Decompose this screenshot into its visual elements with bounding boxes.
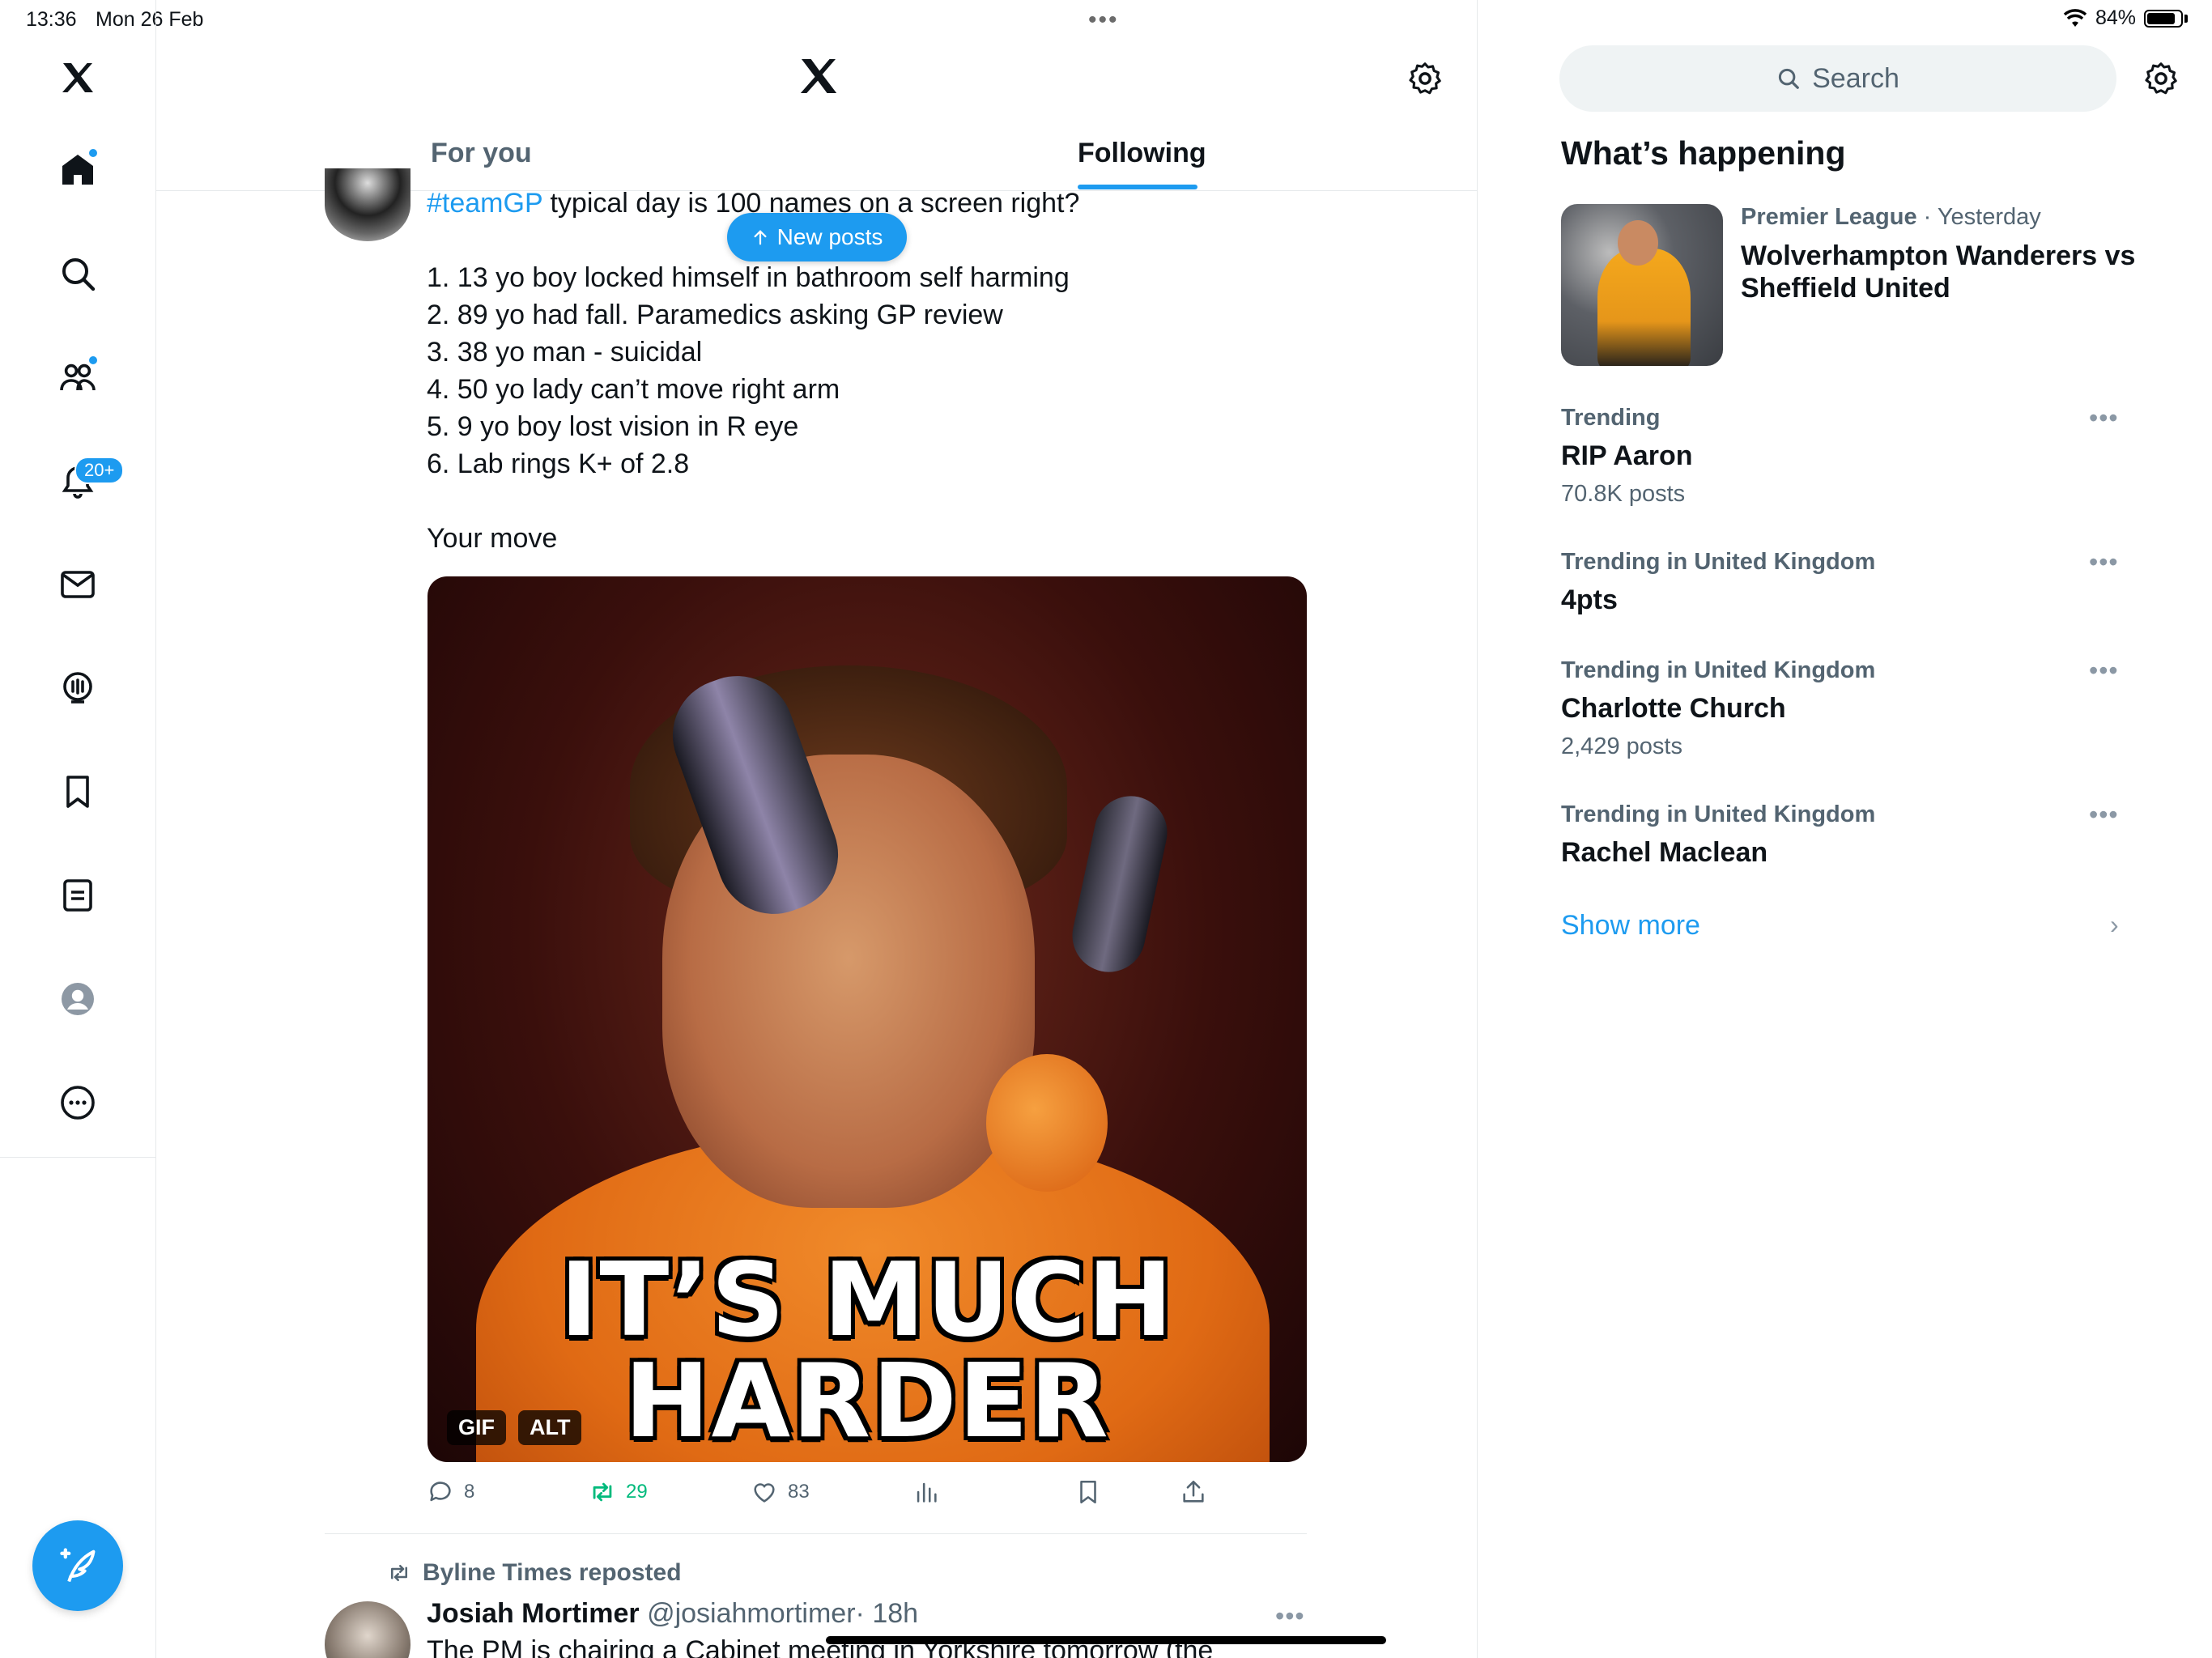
tweet-author[interactable]: Josiah Mortimer @josiahmortimer· 18h bbox=[427, 1598, 918, 1630]
communities-unread-dot bbox=[87, 355, 99, 366]
trend-name[interactable]: 4pts bbox=[1561, 585, 1618, 616]
tweet-list-item: 4. 50 yo lady can’t move right arm bbox=[427, 374, 840, 405]
section-title: What’s happening bbox=[1561, 134, 1846, 172]
tweet-list-item: 1. 13 yo boy locked himself in bathroom … bbox=[427, 262, 1070, 293]
trend-count: 70.8K posts bbox=[1561, 481, 1686, 507]
bookmark-icon bbox=[1080, 1480, 1096, 1504]
tweet-time: · 18h bbox=[855, 1598, 919, 1629]
new-posts-button[interactable]: New posts bbox=[727, 213, 907, 261]
hashtag-link[interactable]: #teamGP bbox=[427, 188, 542, 219]
views-icon bbox=[917, 1482, 937, 1503]
profile-icon[interactable] bbox=[45, 967, 110, 1031]
tweet-list-item: 3. 38 yo man - suicidal bbox=[427, 337, 703, 368]
author-name[interactable]: Josiah Mortimer bbox=[427, 1598, 640, 1629]
trend-more-icon[interactable]: ••• bbox=[2089, 800, 2119, 830]
news-meta: Premier League · Yesterday bbox=[1741, 204, 2041, 231]
bookmarks-icon[interactable] bbox=[45, 759, 110, 824]
tweet-closing: Your move bbox=[427, 523, 558, 554]
reply-count: 8 bbox=[464, 1481, 475, 1503]
active-tab-indicator bbox=[1078, 185, 1197, 189]
like-button[interactable]: 83 bbox=[751, 1478, 810, 1506]
repost-by-label[interactable]: Byline Times reposted bbox=[423, 1559, 682, 1587]
news-player-head bbox=[1618, 220, 1658, 266]
spaces-icon[interactable] bbox=[45, 656, 110, 721]
tweet-list-item: 5. 9 yo boy lost vision in R eye bbox=[427, 411, 799, 442]
avatar[interactable] bbox=[325, 168, 410, 241]
bookmark-button[interactable] bbox=[1074, 1478, 1102, 1506]
trend-name[interactable]: Charlotte Church bbox=[1561, 693, 1786, 725]
repost-icon bbox=[391, 1565, 407, 1581]
trend-name[interactable]: RIP Aaron bbox=[1561, 440, 1692, 472]
arrow-up-icon bbox=[754, 230, 767, 245]
gif-headphone-right bbox=[1066, 789, 1174, 979]
tweet-gif[interactable]: IT’S MUCH HARDER GIF ALT bbox=[428, 576, 1307, 1462]
compose-icon bbox=[60, 1548, 96, 1583]
x-logo-icon[interactable] bbox=[45, 45, 110, 110]
repost-icon bbox=[593, 1482, 612, 1502]
trend-category: Trending in United Kingdom bbox=[1561, 549, 1876, 575]
communities-icon[interactable] bbox=[45, 345, 110, 410]
gif-microphone bbox=[986, 1054, 1108, 1192]
search-placeholder: Search bbox=[1812, 62, 1899, 94]
avatar[interactable] bbox=[325, 1601, 410, 1658]
more-icon[interactable] bbox=[45, 1070, 110, 1135]
tweet-more-icon[interactable]: ••• bbox=[1275, 1601, 1305, 1631]
trend-category: Trending in United Kingdom bbox=[1561, 801, 1876, 827]
trend-more-icon[interactable]: ••• bbox=[2089, 656, 2119, 686]
tweet-list-item: 2. 89 yo had fall. Paramedics asking GP … bbox=[427, 300, 1003, 330]
share-button[interactable] bbox=[1180, 1478, 1207, 1506]
news-title[interactable]: Wolverhampton Wanderers vs Sheffield Uni… bbox=[1741, 240, 2162, 304]
trend-more-icon[interactable]: ••• bbox=[2089, 547, 2119, 577]
reply-icon bbox=[430, 1482, 451, 1502]
tab-for-you[interactable]: For you bbox=[431, 138, 532, 169]
news-category: Premier League bbox=[1741, 204, 1917, 230]
search-input[interactable]: Search bbox=[1559, 45, 2116, 112]
tweet-actions: 8 29 83 bbox=[427, 1478, 1317, 1514]
tab-following[interactable]: Following bbox=[1078, 138, 1206, 169]
x-logo-icon[interactable] bbox=[796, 53, 841, 103]
news-time: · Yesterday bbox=[1916, 204, 2041, 230]
repost-button[interactable]: 29 bbox=[589, 1478, 648, 1506]
chevron-right-icon[interactable]: › bbox=[2110, 910, 2119, 940]
notifications-badge: 20+ bbox=[74, 457, 125, 484]
alt-button[interactable]: ALT bbox=[518, 1410, 582, 1445]
trend-more-icon[interactable]: ••• bbox=[2089, 403, 2119, 433]
tweet-divider bbox=[325, 1533, 1307, 1534]
trend-category: Trending in United Kingdom bbox=[1561, 657, 1876, 683]
tweet-list-item: 6. Lab rings K+ of 2.8 bbox=[427, 449, 690, 479]
trend-category: Trending bbox=[1561, 405, 1661, 431]
heart-icon bbox=[754, 1483, 775, 1503]
timeline-settings-icon[interactable] bbox=[1406, 60, 1444, 101]
home-unread-dot bbox=[87, 147, 99, 159]
reply-button[interactable]: 8 bbox=[427, 1478, 474, 1506]
lists-icon[interactable] bbox=[45, 863, 110, 928]
repost-count: 29 bbox=[626, 1481, 648, 1503]
explore-settings-icon[interactable] bbox=[2142, 60, 2180, 101]
search-icon[interactable] bbox=[45, 241, 110, 306]
messages-icon[interactable] bbox=[45, 552, 110, 617]
like-count: 83 bbox=[788, 1481, 810, 1503]
views-button[interactable] bbox=[912, 1478, 940, 1506]
gif-label: GIF bbox=[447, 1410, 506, 1445]
right-sidebar: Search What’s happening Premier League ·… bbox=[1478, 0, 2212, 1658]
left-navigation: 20+ bbox=[0, 0, 156, 1158]
trend-count: 2,429 posts bbox=[1561, 733, 1682, 759]
home-indicator[interactable] bbox=[826, 1636, 1386, 1644]
search-icon bbox=[1779, 68, 1799, 89]
compose-button[interactable] bbox=[32, 1520, 123, 1611]
repost-context: Byline Times reposted bbox=[387, 1559, 682, 1587]
show-more-link[interactable]: Show more bbox=[1561, 910, 1700, 942]
news-thumbnail[interactable] bbox=[1561, 204, 1723, 366]
new-posts-label: New posts bbox=[776, 224, 883, 249]
author-handle[interactable]: @josiahmortimer bbox=[647, 1598, 855, 1629]
news-player-body bbox=[1597, 249, 1691, 366]
timeline-column: For you Following #teamGP typical day is… bbox=[156, 0, 1478, 1658]
share-icon bbox=[1183, 1480, 1204, 1503]
home-icon[interactable] bbox=[45, 138, 110, 202]
trend-name[interactable]: Rachel Maclean bbox=[1561, 837, 1767, 869]
